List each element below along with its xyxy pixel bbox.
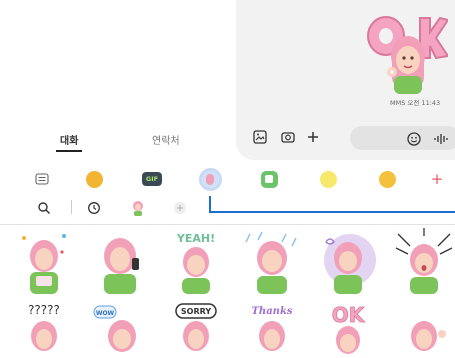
left-tab-bar: 대화 연락처 — [0, 126, 236, 154]
message-timestamp: MMS 오전 11:43 — [390, 99, 441, 107]
sticker-category-bar: GIF + — [0, 165, 455, 193]
voice-waveform-icon[interactable] — [433, 131, 449, 147]
face-sticker-icon[interactable] — [377, 169, 397, 189]
sticker-thanks[interactable]: Thanks — [242, 300, 302, 358]
sticker-rain[interactable] — [242, 228, 302, 294]
conversation-list-pane: 대화 연락처 — [0, 0, 236, 160]
sticker-daydream[interactable] — [318, 228, 378, 294]
messaging-screen: 대화 연락처 MMS 오전 11:43 GIF + YEAH! ????? WO… — [0, 0, 455, 358]
sticker-yeah[interactable]: YEAH! — [166, 228, 226, 294]
focus-line-horizontal — [209, 211, 455, 213]
sticker-ok[interactable]: OK — [318, 300, 378, 358]
avatar-sticker-icon[interactable] — [198, 167, 222, 191]
keyboard-icon[interactable] — [32, 169, 52, 189]
focus-line — [209, 196, 211, 212]
sticker-birthday[interactable] — [14, 228, 74, 294]
sparkle-sticker-icon[interactable] — [318, 169, 338, 189]
chat-pane: MMS 오전 11:43 — [236, 0, 455, 160]
clock-icon[interactable] — [86, 200, 102, 216]
sticker-sorry[interactable]: SORRY — [166, 300, 226, 358]
avatar-tab-icon[interactable] — [130, 200, 146, 216]
plus-icon[interactable] — [305, 129, 321, 145]
sticker-yeah-text: YEAH! — [176, 232, 215, 245]
tab-contacts[interactable]: 연락처 — [152, 132, 180, 147]
sticker-wow-text: WOW — [96, 310, 115, 317]
tab-conversations[interactable]: 대화 — [55, 132, 83, 152]
chat-toolbar — [250, 126, 455, 150]
gallery-icon[interactable] — [252, 129, 268, 145]
grid-separator — [0, 224, 455, 225]
emoji-icon[interactable] — [406, 131, 422, 147]
divider — [71, 200, 72, 214]
sticker-shock[interactable] — [394, 228, 454, 294]
add-circle-icon[interactable] — [172, 200, 188, 216]
ok-avatar-sticker-icon[interactable] — [364, 6, 450, 94]
sticker-grid: YEAH! ????? WOW SORRY Thanks OK — [14, 228, 455, 358]
camera-icon[interactable] — [280, 129, 296, 145]
sticker-wave[interactable] — [394, 300, 454, 358]
search-icon[interactable] — [36, 200, 52, 216]
sticker-thanks-text: Thanks — [251, 306, 292, 317]
sticker-pack-icon[interactable] — [259, 169, 279, 189]
add-category-icon[interactable]: + — [427, 169, 447, 189]
gif-icon[interactable]: GIF — [142, 169, 162, 189]
sticker-confused[interactable]: ????? — [14, 300, 74, 358]
gif-label: GIF — [142, 172, 162, 186]
sticker-ok-text: OK — [332, 303, 366, 327]
emoji-face-icon[interactable] — [84, 169, 104, 189]
sticker-confused-text: ????? — [28, 303, 60, 317]
sticker-search-row — [0, 196, 455, 222]
sticker-sorry-text: SORRY — [181, 307, 211, 316]
sticker-wow[interactable]: WOW — [90, 300, 150, 358]
sticker-phone-call[interactable] — [90, 228, 150, 294]
